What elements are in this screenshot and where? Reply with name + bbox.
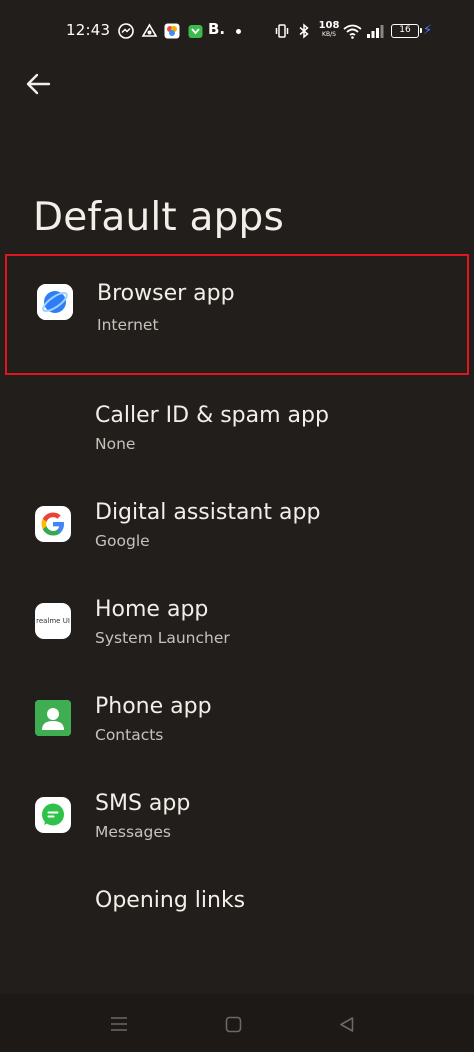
network-speed-value: 108 bbox=[318, 20, 340, 31]
realme-ui-icon-text: realme UI bbox=[36, 617, 70, 625]
navigation-bar bbox=[0, 994, 474, 1052]
vpn-icon bbox=[186, 21, 204, 41]
list-item-browser-app[interactable]: Browser app Internet bbox=[5, 254, 469, 375]
network-speed-unit: KB/S bbox=[322, 31, 336, 38]
item-subtitle: System Launcher bbox=[95, 629, 230, 647]
signal-icon bbox=[365, 21, 385, 41]
back-button[interactable] bbox=[18, 66, 58, 102]
page-title: Default apps bbox=[33, 195, 285, 240]
item-label: Opening links bbox=[95, 888, 246, 913]
list-item-digital-assistant-app[interactable]: Digital assistant app Google bbox=[0, 484, 474, 576]
messenger-icon bbox=[117, 21, 135, 41]
messages-icon bbox=[35, 797, 71, 833]
item-label: Digital assistant app bbox=[95, 500, 321, 525]
system-back-button[interactable] bbox=[329, 1007, 363, 1041]
list-item-home-app[interactable]: realme UI Home app System Launcher bbox=[0, 581, 474, 673]
wifi-icon bbox=[342, 21, 362, 41]
status-time: 12:43 bbox=[66, 21, 111, 39]
more-notifications-dot bbox=[236, 29, 241, 34]
item-label: Browser app bbox=[97, 281, 235, 306]
network-speed: 108 KB/S bbox=[318, 21, 340, 38]
item-subtitle: Contacts bbox=[95, 726, 164, 744]
contacts-icon bbox=[35, 700, 71, 736]
recents-button[interactable] bbox=[102, 1007, 136, 1041]
item-label: SMS app bbox=[95, 791, 191, 816]
home-square-icon bbox=[225, 1016, 241, 1032]
status-bar: 12:43 B. 108 KB/S 16 ⚡ bbox=[0, 0, 474, 62]
item-subtitle: Internet bbox=[97, 316, 159, 334]
list-item-opening-links[interactable]: Opening links bbox=[0, 872, 474, 936]
internet-browser-icon bbox=[37, 284, 73, 320]
item-subtitle: Messages bbox=[95, 823, 172, 841]
battery-icon: 16 bbox=[391, 24, 422, 38]
item-label: Home app bbox=[95, 597, 209, 622]
google-icon bbox=[35, 506, 71, 542]
back-arrow-icon bbox=[26, 73, 51, 95]
list-item-caller-id-app[interactable]: Caller ID & spam app None bbox=[0, 387, 474, 479]
share-icon bbox=[140, 21, 158, 41]
list-item-phone-app[interactable]: Phone app Contacts bbox=[0, 678, 474, 770]
realme-ui-icon: realme UI bbox=[35, 603, 71, 639]
charging-icon: ⚡ bbox=[423, 23, 433, 38]
back-triangle-icon bbox=[339, 1016, 353, 1032]
letter-b-icon: B. bbox=[208, 20, 226, 38]
bluetooth-icon bbox=[296, 21, 312, 41]
list-item-sms-app[interactable]: SMS app Messages bbox=[0, 775, 474, 867]
item-subtitle: Google bbox=[95, 532, 150, 550]
photos-icon bbox=[163, 21, 181, 41]
recents-menu-icon bbox=[111, 1017, 127, 1031]
item-label: Caller ID & spam app bbox=[95, 403, 329, 428]
vibrate-icon bbox=[273, 21, 291, 41]
home-button[interactable] bbox=[216, 1007, 250, 1041]
item-label: Phone app bbox=[95, 694, 212, 719]
item-subtitle: None bbox=[95, 435, 136, 453]
